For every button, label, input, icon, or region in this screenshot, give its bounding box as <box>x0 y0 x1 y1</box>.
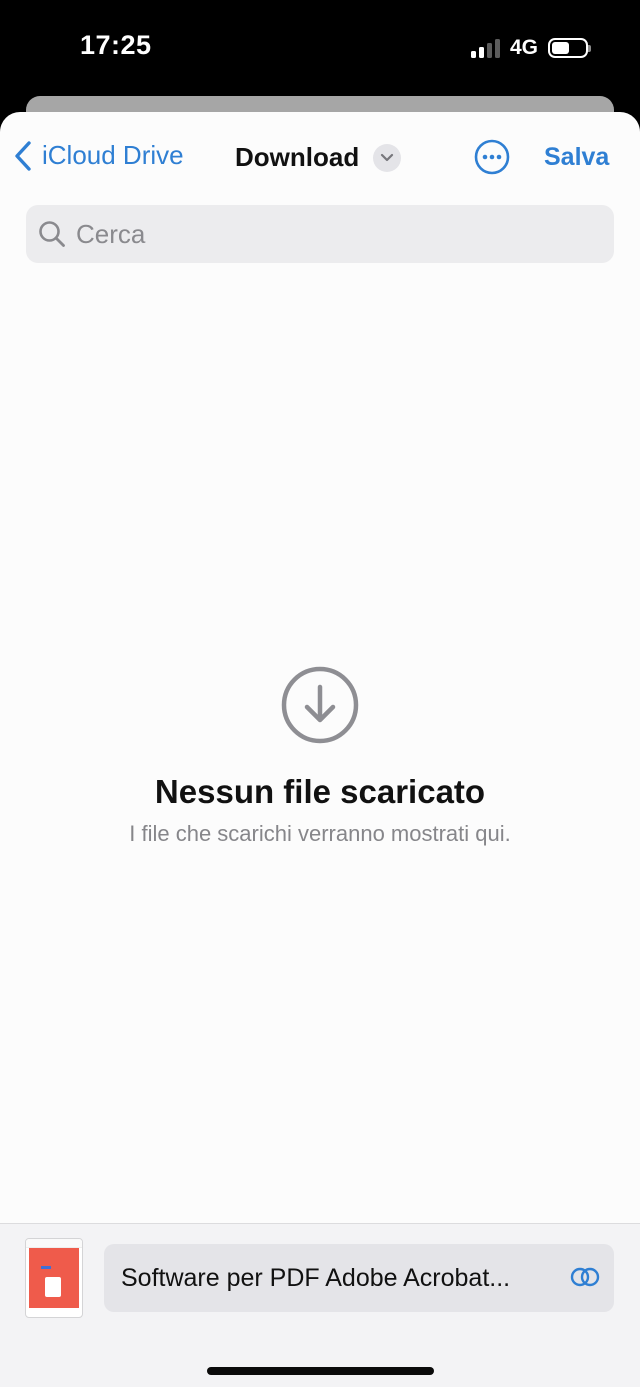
page-title: Download <box>235 142 360 172</box>
file-name-field[interactable]: Software per PDF Adobe Acrobat... <box>104 1244 614 1312</box>
ellipsis-circle-icon <box>474 139 510 175</box>
home-indicator[interactable] <box>207 1367 434 1375</box>
search-bar[interactable] <box>26 205 614 263</box>
empty-state-subtitle: I file che scarichi verranno mostrati qu… <box>129 821 511 846</box>
chevron-down-icon <box>373 143 402 172</box>
back-button[interactable]: iCloud Drive <box>14 140 184 171</box>
search-input[interactable] <box>76 218 576 250</box>
battery-icon <box>548 38 591 58</box>
rename-toggle-icon[interactable] <box>570 1266 600 1288</box>
chevron-left-icon <box>15 140 31 171</box>
status-bar: 17:25 4G <box>0 0 640 96</box>
back-button-label: iCloud Drive <box>42 140 184 170</box>
status-time: 17:25 <box>80 30 152 60</box>
navigation-bar: iCloud Drive Download Salva <box>0 112 640 204</box>
status-indicators: 4G <box>470 36 591 60</box>
folder-title-menu[interactable]: Download <box>235 142 402 173</box>
file-save-bar: Software per PDF Adobe Acrobat... <box>0 1223 640 1387</box>
empty-state: Nessun file scaricato I file che scarich… <box>0 665 640 847</box>
save-button[interactable]: Salva <box>544 143 609 172</box>
more-options-button[interactable] <box>474 139 510 180</box>
file-thumbnail <box>25 1238 83 1318</box>
download-circle-icon <box>281 666 359 744</box>
search-icon <box>39 221 65 247</box>
file-name-text: Software per PDF Adobe Acrobat... <box>121 1263 511 1292</box>
empty-state-title: Nessun file scaricato <box>154 773 486 810</box>
cellular-signal-icon <box>470 38 500 58</box>
download-sheet: iCloud Drive Download Salva Cerca Nessun… <box>0 112 640 1387</box>
network-type: 4G <box>509 36 538 59</box>
